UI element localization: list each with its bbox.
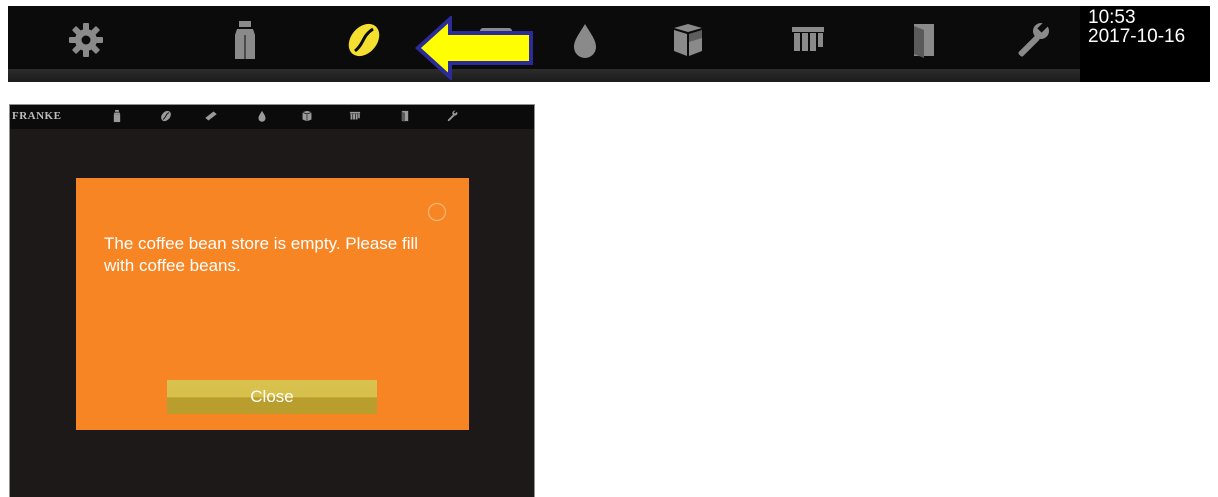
status-ring-icon bbox=[428, 203, 446, 221]
clock-display: 10:53 2017-10-16 bbox=[1080, 6, 1210, 82]
coffee-bean-icon[interactable] bbox=[342, 18, 386, 62]
alert-dialog: The coffee bean store is empty. Please f… bbox=[76, 178, 469, 430]
brand-logo: FRANKE bbox=[12, 110, 62, 122]
device-screen: FRANKE The coffee bean store is empty. P… bbox=[9, 104, 535, 497]
top-toolbar: 10:53 2017-10-16 bbox=[8, 6, 1210, 82]
clock-date: 2017-10-16 bbox=[1088, 26, 1186, 47]
cup-tray-icon[interactable] bbox=[786, 18, 830, 62]
highlight-arrow bbox=[414, 16, 542, 80]
mini-water-drop-icon[interactable] bbox=[255, 109, 269, 123]
mini-cup-tray-icon[interactable] bbox=[348, 109, 362, 123]
water-drop-icon[interactable] bbox=[563, 18, 607, 62]
mini-box-icon[interactable] bbox=[300, 109, 314, 123]
close-button[interactable]: Close bbox=[167, 380, 377, 414]
gear-icon[interactable] bbox=[64, 18, 108, 62]
mini-door-icon[interactable] bbox=[398, 109, 412, 123]
wrench-icon[interactable] bbox=[1010, 18, 1054, 62]
mini-wrench-icon[interactable] bbox=[445, 109, 459, 123]
box-icon[interactable] bbox=[666, 18, 710, 62]
mini-grounds-container-icon[interactable] bbox=[204, 109, 218, 123]
mini-milk-carton-icon[interactable] bbox=[110, 109, 124, 123]
clock-time: 10:53 bbox=[1088, 7, 1136, 28]
toolbar-bottom-strip bbox=[8, 69, 1210, 82]
mini-coffee-bean-icon[interactable] bbox=[159, 109, 173, 123]
milk-carton-icon[interactable] bbox=[223, 18, 267, 62]
alert-message: The coffee bean store is empty. Please f… bbox=[104, 234, 419, 275]
device-toolbar: FRANKE bbox=[10, 105, 534, 129]
door-icon[interactable] bbox=[902, 18, 946, 62]
